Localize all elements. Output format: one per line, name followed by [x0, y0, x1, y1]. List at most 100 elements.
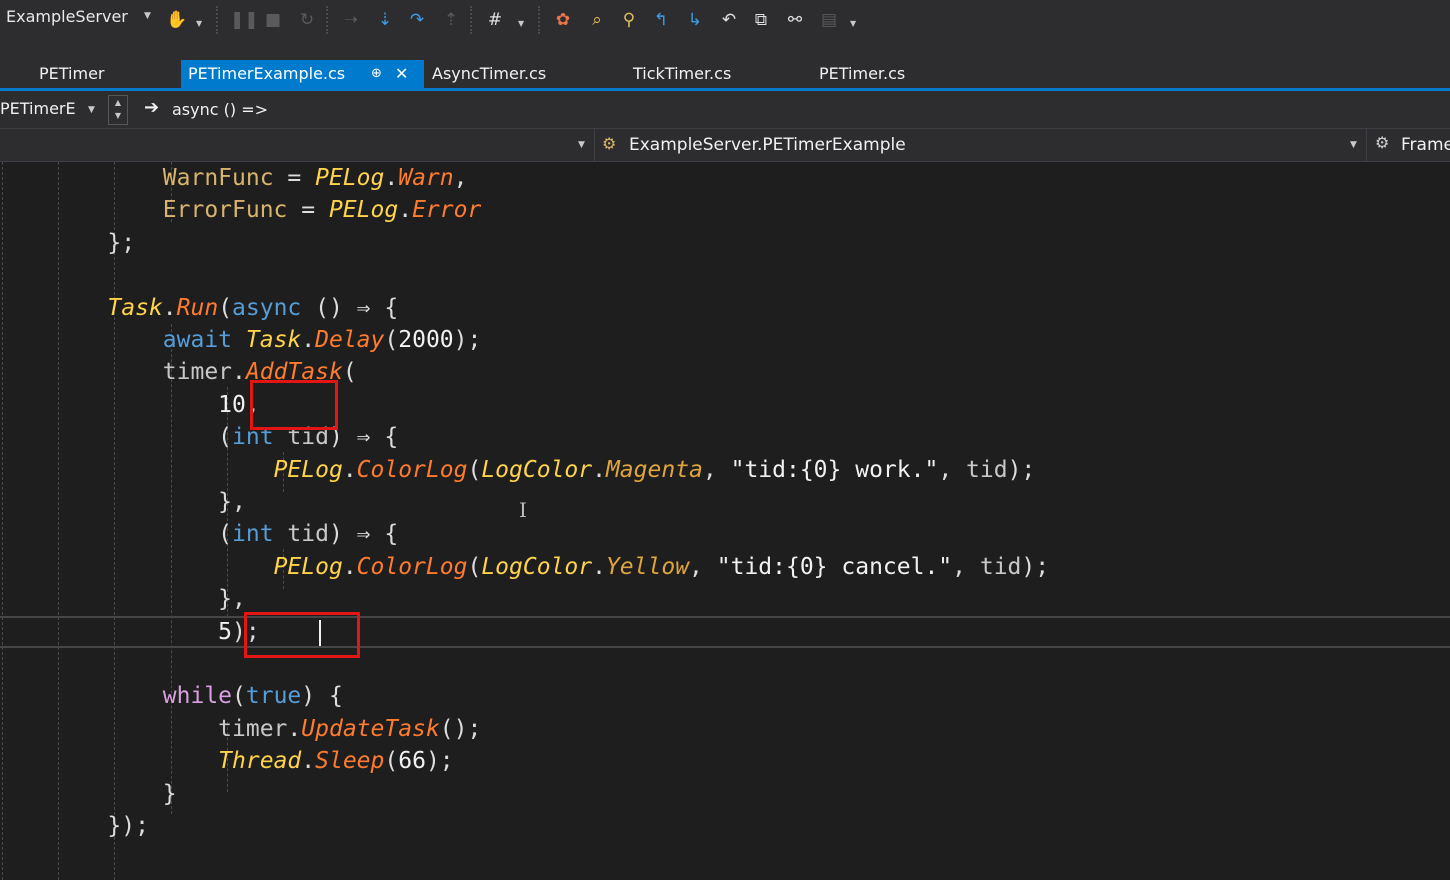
code-token: 5 [218, 618, 233, 645]
pause-icon[interactable]: ❚❚ [230, 8, 259, 32]
code-line[interactable]: }, [52, 486, 246, 518]
chevron-down-icon[interactable]: ▼ [196, 19, 202, 28]
member-dropdown[interactable]: async () => [172, 100, 268, 119]
toolbar-separator [538, 6, 540, 34]
divider [1366, 129, 1367, 162]
code-line[interactable]: 5); [52, 616, 260, 648]
code-token: (); [439, 715, 482, 742]
code-token: Task [245, 327, 302, 353]
code-token: } [52, 780, 177, 807]
code-token: PELog [315, 165, 385, 191]
code-token: , [952, 553, 980, 580]
find-all-icon[interactable]: ⚲ [618, 8, 640, 32]
code-token: }, [52, 586, 246, 613]
navigate-forward-icon[interactable]: ↳ [684, 8, 706, 32]
code-token: PELog [273, 456, 343, 483]
step-out-icon[interactable]: ⇡ [440, 8, 462, 32]
code-token: }, [52, 489, 246, 515]
tab-label: PETimerExample.cs [188, 64, 346, 83]
diagnostic-icon[interactable]: ✿ [552, 8, 574, 32]
annotation-box-interval [250, 380, 338, 430]
navigate-back-icon[interactable]: ↰ [650, 8, 672, 32]
code-token: 2000 [398, 327, 454, 353]
tab-petimerexample[interactable]: PETimerExample.cs ⊕ ✕ [181, 60, 424, 89]
code-line[interactable]: }); [52, 810, 149, 842]
code-line[interactable]: Task.Run(async () ⇒ { [52, 292, 398, 324]
code-line[interactable]: while(true) { [52, 680, 343, 712]
scope-dropdown[interactable]: PETimerE [0, 99, 76, 118]
find-icon[interactable]: ⌕ [586, 8, 608, 32]
restart-icon[interactable]: ↻ [296, 8, 318, 32]
code-token: ( [52, 521, 233, 548]
member-dropdown-right[interactable]: Frame [1401, 135, 1450, 155]
comment-icon[interactable]: ▤ [818, 8, 840, 32]
debug-hand-icon[interactable]: ✋ [166, 8, 188, 32]
code-line[interactable]: PELog.ColorLog(LogColor.Yellow, "tid:{0}… [52, 551, 1050, 583]
chevron-down-icon: ▼ [144, 11, 151, 21]
code-line[interactable]: PELog.ColorLog(LogColor.Magenta, "tid:{0… [52, 454, 1036, 486]
code-token: LogColor [481, 553, 593, 580]
tab-petimer-cs[interactable]: PETimer.cs [819, 60, 905, 89]
show-next-statement-icon[interactable]: ➝ [340, 8, 362, 32]
code-line[interactable]: (int tid) ⇒ { [52, 518, 398, 550]
step-into-icon[interactable]: ⇣ [374, 8, 396, 32]
code-token: . [592, 456, 606, 483]
member-icon: ⚙ [1375, 133, 1390, 152]
debug-toolbar: ExampleServer ▼ ✋ ▼ ❚❚ ■ ↻ ➝ ⇣ ↷ ⇡ # ▼ ✿… [0, 0, 1450, 44]
code-token: LogColor [481, 456, 593, 483]
code-line[interactable]: 10, [52, 389, 260, 421]
close-icon[interactable]: ✕ [395, 60, 408, 88]
code-token: int [232, 521, 274, 548]
code-token: , [938, 456, 967, 483]
code-token: Sleep [315, 748, 385, 775]
code-token: () ⇒ { [301, 294, 399, 321]
code-token: WarnFunc [162, 165, 274, 191]
tab-asynctimer[interactable]: AsyncTimer.cs [432, 60, 546, 89]
code-line[interactable]: timer.UpdateTask(); [52, 713, 481, 745]
tab-ticktimer[interactable]: TickTimer.cs [633, 60, 731, 89]
chevron-down-icon[interactable]: ▼ [850, 19, 856, 28]
refresh-icon[interactable]: ⧉ [750, 8, 772, 32]
undo-icon[interactable]: ↶ [718, 8, 740, 32]
hex-display-icon[interactable]: # [484, 8, 506, 32]
step-over-icon[interactable]: ↷ [406, 8, 428, 32]
type-dropdown[interactable]: ExampleServer.PETimerExample [629, 135, 906, 155]
code-line[interactable]: ErrorFunc = PELog.Error [52, 194, 482, 226]
scope-stepper[interactable]: ▲ ▼ [108, 95, 128, 125]
startup-project-dropdown[interactable]: ExampleServer ▼ [6, 7, 151, 26]
code-token: timer [218, 715, 288, 742]
code-token: ( [342, 359, 357, 386]
tab-label: PETimer [39, 64, 105, 83]
stop-icon[interactable]: ■ [262, 8, 284, 32]
code-token: ); [453, 327, 482, 353]
pin-icon[interactable]: ⊕ [371, 60, 382, 88]
link-icon[interactable]: ⚯ [784, 8, 806, 32]
code-line[interactable]: (int tid) ⇒ { [52, 421, 398, 453]
chevron-down-icon[interactable]: ▼ [88, 105, 95, 115]
code-line[interactable]: }, [52, 583, 246, 615]
code-token: ( [384, 327, 399, 353]
code-line[interactable]: Thread.Sleep(66); [52, 745, 453, 777]
code-line[interactable]: } [52, 778, 177, 810]
chevron-down-icon[interactable]: ▼ [518, 19, 524, 28]
code-token: ( [218, 294, 233, 321]
tab-petimer[interactable]: PETimer [39, 60, 105, 89]
chevron-down-icon[interactable]: ▼ [1350, 140, 1357, 150]
code-line[interactable]: await Task.Delay(2000); [52, 324, 482, 356]
code-line[interactable]: }; [52, 227, 135, 259]
code-editor[interactable]: WarnFunc = PELog.Warn, ErrorFunc = PELog… [0, 162, 1450, 880]
toolbar-separator [326, 6, 328, 34]
code-token: 66 [398, 748, 426, 775]
code-line[interactable]: WarnFunc = PELog.Warn, [52, 162, 468, 194]
code-token: "tid:{0} cancel." [716, 553, 953, 580]
chevron-down-icon[interactable]: ▼ [578, 140, 585, 150]
code-token: . [398, 197, 413, 224]
code-token: ) ⇒ { [328, 521, 399, 548]
